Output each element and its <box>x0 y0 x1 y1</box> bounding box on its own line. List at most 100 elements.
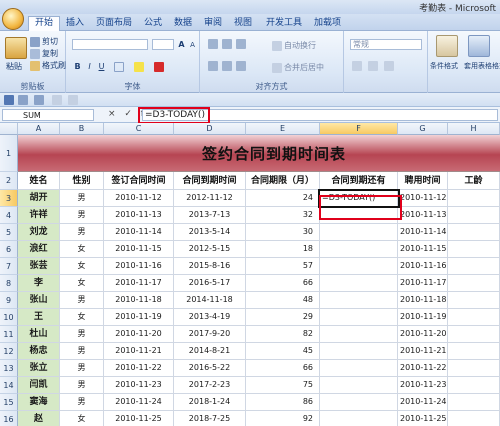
align-center-icon[interactable] <box>222 61 232 71</box>
cell-sex[interactable]: 女 <box>60 275 104 292</box>
cell-hire-date[interactable]: 2010-11-24 <box>398 394 448 411</box>
row-header[interactable]: 9 <box>0 292 18 309</box>
cell-name[interactable]: 杨忠 <box>18 343 60 360</box>
print-icon[interactable] <box>52 95 62 105</box>
cell-sign-date[interactable]: 2010-11-22 <box>104 360 174 377</box>
underline-button[interactable]: U <box>96 61 107 72</box>
cell-sign-date[interactable]: 2010-11-12 <box>104 190 174 207</box>
cell-sex[interactable]: 男 <box>60 207 104 224</box>
header-expire-date[interactable]: 合同到期时间 <box>174 172 246 190</box>
cell-hire-date[interactable]: 2010-11-25 <box>398 411 448 426</box>
cell-remaining[interactable] <box>320 292 398 309</box>
cell-sex[interactable]: 女 <box>60 309 104 326</box>
column-header-h[interactable]: H <box>448 123 500 135</box>
cell-term[interactable]: 57 <box>246 258 320 275</box>
shrink-font-button[interactable]: A <box>187 39 198 50</box>
cut-button[interactable]: 剪切 <box>30 36 58 47</box>
row-header[interactable]: 4 <box>0 207 18 224</box>
column-header-g[interactable]: G <box>398 123 448 135</box>
column-header-a[interactable]: A <box>18 123 60 135</box>
column-header-d[interactable]: D <box>174 123 246 135</box>
cell-sex[interactable]: 男 <box>60 394 104 411</box>
cell-name[interactable]: 杜山 <box>18 326 60 343</box>
tab-data[interactable]: 数据 <box>168 17 198 31</box>
cell-seniority[interactable] <box>448 258 500 275</box>
row-header[interactable]: 5 <box>0 224 18 241</box>
cell-sign-date[interactable]: 2010-11-15 <box>104 241 174 258</box>
cell-sign-date[interactable]: 2010-11-19 <box>104 309 174 326</box>
cell-sign-date[interactable]: 2010-11-17 <box>104 275 174 292</box>
cell-term[interactable]: 66 <box>246 360 320 377</box>
cell-sex[interactable]: 男 <box>60 224 104 241</box>
header-seniority[interactable]: 工龄 <box>448 172 500 190</box>
name-box[interactable]: SUM <box>2 109 94 121</box>
cell-sign-date[interactable]: 2010-11-18 <box>104 292 174 309</box>
row-header[interactable]: 8 <box>0 275 18 292</box>
cell-term[interactable]: 82 <box>246 326 320 343</box>
tab-addins[interactable]: 加载项 <box>308 17 347 31</box>
cell-seniority[interactable] <box>448 377 500 394</box>
cell-name[interactable]: 窦海 <box>18 394 60 411</box>
cell-seniority[interactable] <box>448 326 500 343</box>
fill-color-icon[interactable] <box>134 62 144 72</box>
cell-sex[interactable]: 男 <box>60 360 104 377</box>
cell-term[interactable]: 29 <box>246 309 320 326</box>
tab-review[interactable]: 审阅 <box>198 17 228 31</box>
bold-button[interactable]: B <box>72 61 83 72</box>
paste-icon[interactable] <box>5 37 27 59</box>
cell-name[interactable]: 胡开 <box>18 190 60 207</box>
grow-font-button[interactable]: A <box>176 39 187 50</box>
row-header[interactable]: 13 <box>0 360 18 377</box>
cell-sex[interactable]: 男 <box>60 190 104 207</box>
table-format-icon[interactable] <box>468 35 490 57</box>
cell-name[interactable]: 浪红 <box>18 241 60 258</box>
align-top-icon[interactable] <box>208 39 218 49</box>
spreadsheet-grid[interactable]: A B C D E F G H 1 签约合同到期时间表 2 姓名 性别 签订合同… <box>0 123 500 426</box>
cell-term[interactable]: 92 <box>246 411 320 426</box>
cell-remaining[interactable] <box>320 241 398 258</box>
conditional-format-button[interactable]: 条件格式 <box>430 61 458 71</box>
cell-remaining[interactable] <box>320 224 398 241</box>
cell-expire-date[interactable]: 2012-11-12 <box>174 190 246 207</box>
row-header[interactable]: 14 <box>0 377 18 394</box>
cell-seniority[interactable] <box>448 292 500 309</box>
cell-name[interactable]: 张立 <box>18 360 60 377</box>
undo-icon[interactable] <box>18 95 28 105</box>
cell-seniority[interactable] <box>448 360 500 377</box>
number-format-dropdown[interactable]: 常规 <box>350 39 422 50</box>
cell-sign-date[interactable]: 2010-11-23 <box>104 377 174 394</box>
row-header[interactable]: 7 <box>0 258 18 275</box>
header-term[interactable]: 合同期限（月） <box>246 172 320 190</box>
cell-seniority[interactable] <box>448 241 500 258</box>
italic-button[interactable]: I <box>84 61 95 72</box>
select-all-corner[interactable] <box>0 123 18 135</box>
tab-page-layout[interactable]: 页面布局 <box>90 17 138 31</box>
cell-name[interactable]: 许祥 <box>18 207 60 224</box>
cell-remaining[interactable] <box>320 258 398 275</box>
cell-expire-date[interactable]: 2014-11-18 <box>174 292 246 309</box>
row-header[interactable]: 1 <box>0 135 18 172</box>
copy-button[interactable]: 复制 <box>30 48 58 59</box>
paste-button[interactable]: 粘贴 <box>6 61 22 72</box>
cell-sign-date[interactable]: 2010-11-20 <box>104 326 174 343</box>
cell-hire-date[interactable]: 2010-11-13 <box>398 207 448 224</box>
cell-hire-date[interactable]: 2010-11-20 <box>398 326 448 343</box>
align-bottom-icon[interactable] <box>236 39 246 49</box>
row-header[interactable]: 6 <box>0 241 18 258</box>
header-sex[interactable]: 性别 <box>60 172 104 190</box>
column-header-c[interactable]: C <box>104 123 174 135</box>
cell-sex[interactable]: 女 <box>60 258 104 275</box>
row-header[interactable]: 10 <box>0 309 18 326</box>
header-sign-date[interactable]: 签订合同时间 <box>104 172 174 190</box>
conditional-format-icon[interactable] <box>436 35 458 57</box>
cell-sign-date[interactable]: 2010-11-13 <box>104 207 174 224</box>
cell-expire-date[interactable]: 2015-8-16 <box>174 258 246 275</box>
column-header-f[interactable]: F <box>320 123 398 135</box>
font-color-icon[interactable] <box>154 62 164 72</box>
cell-hire-date[interactable]: 2010-11-23 <box>398 377 448 394</box>
cell-seniority[interactable] <box>448 394 500 411</box>
cell-remaining[interactable] <box>320 411 398 426</box>
cell-seniority[interactable] <box>448 309 500 326</box>
cell-term[interactable]: 30 <box>246 224 320 241</box>
cell-sex[interactable]: 男 <box>60 377 104 394</box>
